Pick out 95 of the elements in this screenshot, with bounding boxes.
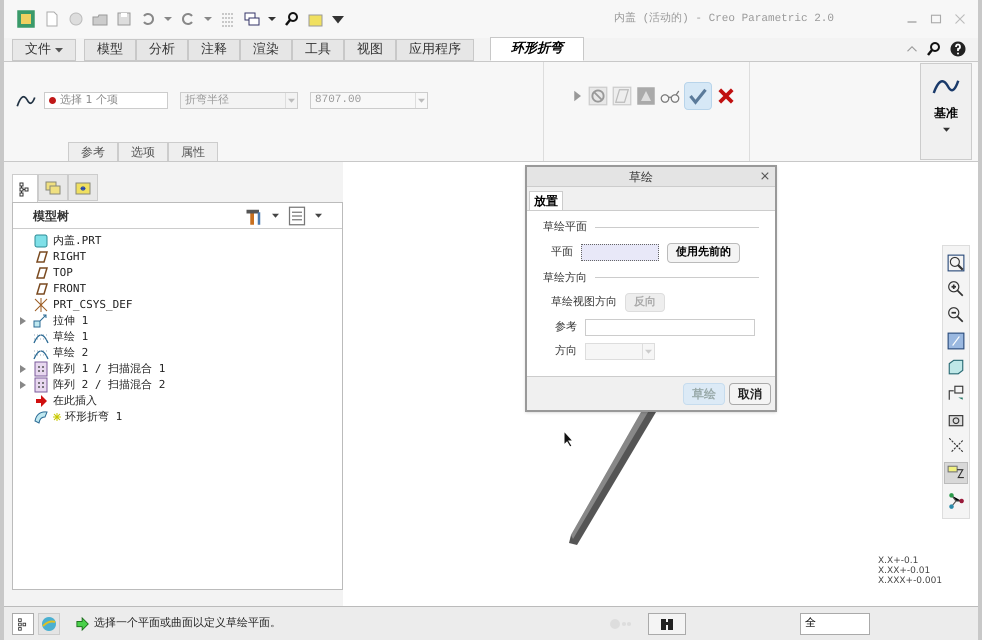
find-button[interactable] [648,612,686,634]
pattern-icon [33,361,49,377]
tree-item[interactable]: 阵列 2 / 扫描混合 2 [53,376,166,394]
search-icon[interactable] [926,41,942,57]
ribbon-tab[interactable]: 应用程序 [396,39,474,61]
panel-tab[interactable]: 属性 [168,142,218,161]
plane-icon [33,265,49,281]
model-tree-toggle[interactable] [12,612,34,634]
help-icon[interactable] [950,41,966,57]
tolerance-label: X.XX+-0.01 [878,566,932,576]
windows-icon[interactable] [244,11,260,27]
cancel-icon[interactable] [716,86,736,106]
caret-icon[interactable] [272,212,279,219]
field-label: 平面 [551,244,573,260]
section-title: 草绘方向 [543,270,587,286]
tolerance-label: X.X+-0.1 [878,556,920,566]
field-label: 参考 [554,319,577,336]
dialog-tab[interactable]: 放置 [529,191,563,210]
tree-item[interactable]: 环形折弯 1 [65,408,122,426]
favorites-tab[interactable] [68,174,98,201]
field-label: 方向 [554,343,577,360]
view-label-icon[interactable] [947,384,965,402]
folders-icon [45,180,61,196]
plane-icon [33,281,49,297]
arrow-icon [33,393,49,409]
zoom-fit-icon[interactable] [947,254,965,272]
tree-item[interactable]: 草绘 2 [53,344,88,362]
caret-icon[interactable] [268,15,276,23]
panel-title: 模型树 [33,208,69,224]
node-graph-icon[interactable] [947,492,965,510]
geometry-preview-icon[interactable] [636,86,656,106]
file-menu-tab[interactable]: 文件 [12,39,76,61]
expand-arrow-icon[interactable] [19,317,27,325]
model-tree-tab[interactable] [12,174,38,202]
dialog-button[interactable]: 取消 [729,382,771,404]
panel-tab[interactable]: 参考 [68,142,118,161]
star-folder-icon [75,180,91,196]
list-icon[interactable] [287,206,307,226]
ribbon-tab[interactable]: 分析 [136,39,188,61]
new-file-icon[interactable] [44,11,60,27]
bend-icon [33,409,49,425]
ok-button[interactable] [684,82,712,110]
ribbon-tab[interactable]: 环形折弯 [490,37,584,61]
ribbon-tab[interactable]: 注释 [188,39,240,61]
tree-item[interactable]: FRONT [53,280,86,298]
plane-icon [33,249,49,265]
coordinate-system-icon [33,297,49,313]
cube-icon[interactable] [947,358,965,376]
app-icon[interactable] [16,9,36,29]
browser-toggle[interactable] [38,612,60,634]
star-icon [53,413,61,421]
dialog-title: 草绘 [628,168,654,186]
tree-item[interactable]: RIGHT [53,248,86,266]
ribbon-tab[interactable]: 渲染 [240,39,292,61]
zoom-in-icon[interactable] [947,280,965,298]
ribbon-tab[interactable]: 工具 [292,39,344,61]
annotation-toggle[interactable] [944,462,968,484]
datum-button[interactable]: 基准 [920,63,972,160]
plane-field[interactable] [581,244,659,261]
pattern-icon [33,377,49,393]
ribbon-tab[interactable]: 模型 [84,39,136,61]
repaint-icon[interactable] [947,332,965,350]
axis-display-icon[interactable] [947,436,965,454]
use-previous-button[interactable]: 使用先前的 [667,242,740,262]
section-title: 草绘平面 [543,219,587,235]
search-icon[interactable] [284,11,300,27]
cube-icon [33,233,49,249]
window-title: 内盖 (活动的) - Creo Parametric 2.0 [614,10,834,27]
caret-icon[interactable] [942,126,950,133]
globe-icon [41,616,57,632]
status-message: 选择一个平面或曲面以定义草绘平面。 [94,615,281,632]
tree-item[interactable]: 草绘 1 [53,328,88,346]
tree-item[interactable]: 在此插入 [53,392,97,410]
caret-icon[interactable] [315,212,322,219]
close-button[interactable]: × [755,166,775,186]
maximize-icon[interactable] [930,13,942,25]
tree-item[interactable]: 拉伸 1 [53,312,88,330]
extrude-icon [33,313,49,329]
collector-field[interactable]: 选择 1 个项 [44,92,168,108]
tolerance-label: X.XXX+-0.001 [878,576,942,586]
filter-dropdown[interactable]: 全 [800,612,870,634]
tree-item[interactable]: 阵列 1 / 扫描混合 1 [53,360,166,378]
ribbon-tab[interactable]: 视图 [344,39,396,61]
caret-icon[interactable] [55,46,63,54]
mouse-cursor-icon [563,430,575,448]
field-label: 草绘视图方向 [551,294,617,310]
caret-icon[interactable] [332,13,344,25]
zoom-out-icon[interactable] [947,306,965,324]
panel-tab[interactable]: 选项 [118,142,168,161]
save-icon[interactable] [116,11,132,27]
tree-item[interactable]: TOP [53,264,73,282]
tree-item[interactable]: PRT_CSYS_DEF [53,296,132,314]
tree-item[interactable]: 内盖.PRT [53,232,102,250]
arrow-icon [76,616,90,630]
reference-field[interactable] [585,319,755,336]
